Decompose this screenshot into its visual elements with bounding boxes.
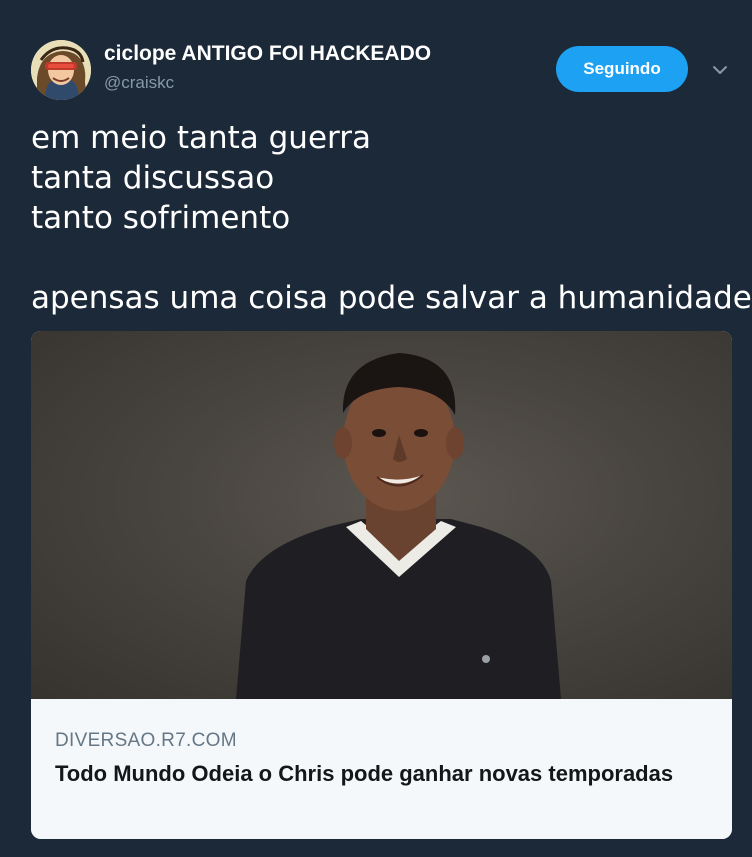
chevron-down-icon[interactable]	[708, 58, 732, 82]
tweet-text-line: tanto sofrimento	[31, 200, 291, 236]
tweet: ciclope ANTIGO FOI HACKEADO @craiskc Seg…	[0, 0, 752, 857]
card-photo-portrait	[236, 353, 561, 699]
card-title[interactable]: Todo Mundo Odeia o Chris pode ganhar nov…	[55, 760, 695, 788]
card-meta[interactable]: DIVERSAO.R7.COM Todo Mundo Odeia o Chris…	[31, 699, 732, 839]
link-card[interactable]: DIVERSAO.R7.COM Todo Mundo Odeia o Chris…	[31, 331, 732, 839]
tweet-text-line: em meio tanta guerra	[31, 120, 371, 156]
avatar-cyclops-illustration	[31, 40, 91, 100]
tweet-text-line: apensas uma coisa pode salvar a humanida…	[31, 280, 752, 316]
user-handle[interactable]: @craiskc	[104, 73, 174, 93]
display-name[interactable]: ciclope ANTIGO FOI HACKEADO	[104, 42, 431, 66]
tweet-text-line: tanta discussao	[31, 160, 275, 196]
following-button[interactable]: Seguindo	[556, 46, 688, 92]
card-domain: DIVERSAO.R7.COM	[55, 730, 237, 751]
card-image[interactable]	[31, 331, 732, 699]
tweet-text: em meio tanta guerra tanta discussao tan…	[31, 118, 752, 318]
avatar[interactable]	[31, 40, 91, 100]
